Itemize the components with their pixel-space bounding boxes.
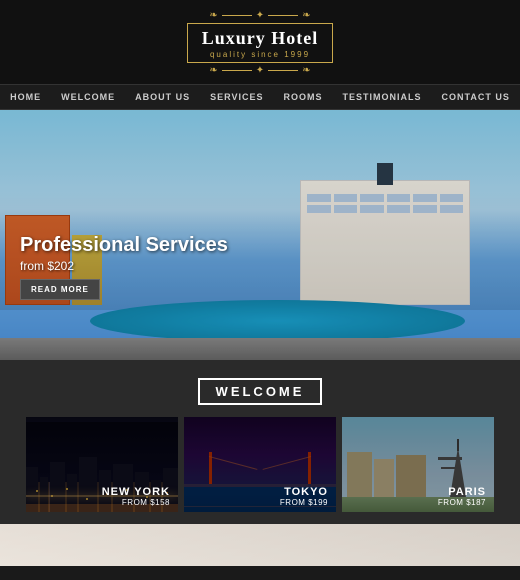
- nav-services[interactable]: SERVICES: [200, 85, 273, 109]
- main-nav: HOME WELCOME ABOUT US SERVICES ROOMS TES…: [0, 85, 520, 110]
- nav-rooms[interactable]: ROOMS: [274, 85, 333, 109]
- welcome-section: WELCOME: [0, 360, 520, 524]
- welcome-title: WELCOME: [198, 378, 323, 405]
- hero-title: Professional Services: [20, 233, 228, 257]
- nav-testimonials[interactable]: TESTIMONIALS: [333, 85, 432, 109]
- site-header: ❧ ✦ ❧ Luxury Hotel quality since 1999 ❧ …: [0, 0, 520, 85]
- tokyo-price: FROM $199: [192, 498, 328, 507]
- nyc-price: FROM $158: [34, 498, 170, 507]
- ornament-bottom-left-icon: ❧: [209, 65, 217, 76]
- logo-ornament-top: ❧ ✦ ❧: [0, 10, 520, 21]
- ornament-left-icon: ❧: [209, 10, 217, 21]
- logo-ornament-bottom: ❧ ✦ ❧: [0, 65, 520, 76]
- city-card-newyork[interactable]: NEW YORK FROM $158: [26, 417, 178, 512]
- ornament-bottom-center-icon: ✦: [256, 65, 264, 76]
- city-cards-container: NEW YORK FROM $158 TOKYO F: [15, 417, 505, 512]
- tokyo-info: TOKYO FROM $199: [184, 480, 336, 512]
- paris-info: PARIS FROM $187: [342, 480, 494, 512]
- ornament-right-icon: ❧: [302, 10, 310, 21]
- about-image-hint: [0, 524, 520, 566]
- nav-about[interactable]: ABOUT US: [125, 85, 200, 109]
- ornament-bottom-line-left: [222, 70, 252, 71]
- city-card-paris[interactable]: PARIS FROM $187: [342, 417, 494, 512]
- ornament-bottom-right-icon: ❧: [302, 65, 310, 76]
- brand-tagline: quality since 1999: [202, 50, 319, 59]
- nyc-info: NEW YORK FROM $158: [26, 480, 178, 512]
- about-bg: [0, 524, 520, 566]
- logo-border: Luxury Hotel quality since 1999: [187, 23, 334, 63]
- paris-name: PARIS: [350, 486, 486, 498]
- ornament-bottom-line-right: [268, 70, 298, 71]
- hero-cta-button[interactable]: READ MORE: [20, 279, 100, 300]
- ornament-center-icon: ✦: [256, 10, 264, 21]
- brand-name: Luxury Hotel: [202, 28, 319, 50]
- paris-price: FROM $187: [350, 498, 486, 507]
- nyc-name: NEW YORK: [34, 486, 170, 498]
- ornament-line-right: [268, 15, 298, 16]
- nav-contact[interactable]: CONTACT US: [432, 85, 520, 109]
- city-card-tokyo[interactable]: TOKYO FROM $199: [184, 417, 336, 512]
- tokyo-name: TOKYO: [192, 486, 328, 498]
- hero-content: Professional Services from $202 READ MOR…: [20, 233, 228, 300]
- ornament-line-left: [222, 15, 252, 16]
- hero-price: from $202: [20, 259, 228, 273]
- nav-home[interactable]: HOME: [0, 85, 51, 109]
- about-section: ABOUT US: [0, 524, 520, 566]
- hero-section: Professional Services from $202 READ MOR…: [0, 110, 520, 360]
- nav-welcome[interactable]: WELCOME: [51, 85, 125, 109]
